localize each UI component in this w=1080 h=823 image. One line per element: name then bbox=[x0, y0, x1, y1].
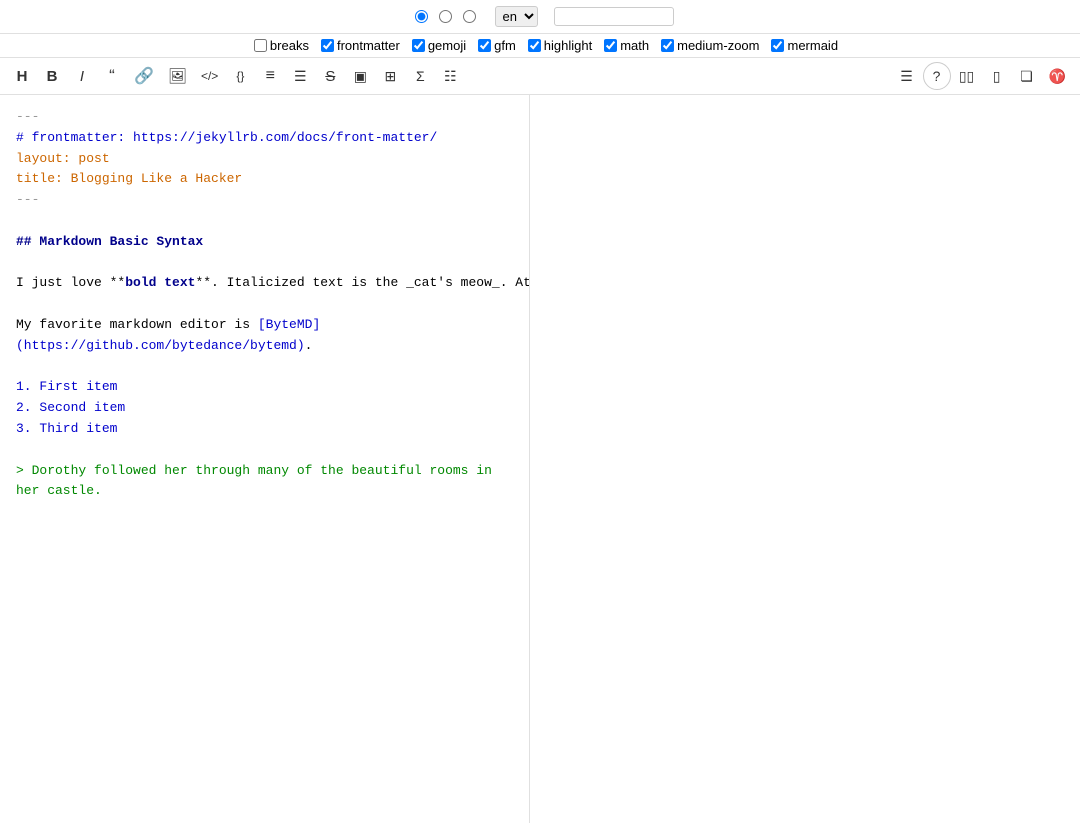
plugin-gfm[interactable]: gfm bbox=[478, 38, 516, 53]
plugin-math[interactable]: math bbox=[604, 38, 649, 53]
main-area: --- # frontmatter: https://jekyllrb.com/… bbox=[0, 95, 1080, 823]
plugin-medium-zoom[interactable]: medium-zoom bbox=[661, 38, 759, 53]
plugin-breaks-check[interactable] bbox=[254, 39, 267, 52]
plugin-highlight[interactable]: highlight bbox=[528, 38, 592, 53]
toolbar-help-btn[interactable]: ? bbox=[923, 62, 951, 90]
toolbar-right: ☰ ? ▯▯ ▯ ❏ ♈ bbox=[893, 62, 1072, 90]
plugin-breaks[interactable]: breaks bbox=[254, 38, 309, 53]
toolbar: H B I “ 🔗 🖼 </> {} ≡ ☰ S ▣ ⊞ Σ ☷ ☰ ? ▯▯ … bbox=[0, 58, 1080, 95]
toolbar-tasklist-btn[interactable]: ▣ bbox=[346, 62, 374, 90]
toolbar-link-btn[interactable]: 🔗 bbox=[128, 62, 160, 90]
toolbar-code-btn[interactable]: </> bbox=[195, 62, 224, 90]
mode-auto-radio[interactable] bbox=[415, 10, 428, 23]
plugin-mermaid[interactable]: mermaid bbox=[771, 38, 838, 53]
plugins-bar: breaks frontmatter gemoji gfm highlight … bbox=[0, 34, 1080, 58]
toolbar-strike-btn[interactable]: S bbox=[316, 62, 344, 90]
toolbar-quote-btn[interactable]: “ bbox=[98, 62, 126, 90]
toolbar-ulist-btn[interactable]: ≡ bbox=[256, 62, 284, 90]
toolbar-previewonly-btn[interactable]: ▯ bbox=[983, 62, 1011, 90]
toolbar-fullscreen-btn[interactable]: ❏ bbox=[1013, 62, 1041, 90]
toolbar-heading-btn[interactable]: H bbox=[8, 62, 36, 90]
maxlength-input[interactable] bbox=[554, 7, 674, 26]
toolbar-table-btn[interactable]: ⊞ bbox=[376, 62, 404, 90]
toolbar-more-btn[interactable]: ☷ bbox=[436, 62, 464, 90]
editor-pane[interactable]: --- # frontmatter: https://jekyllrb.com/… bbox=[0, 95, 530, 823]
toolbar-math-btn[interactable]: Σ bbox=[406, 62, 434, 90]
toolbar-codeblock-btn[interactable]: {} bbox=[226, 62, 254, 90]
mode-tab-label[interactable] bbox=[463, 10, 479, 23]
plugin-mermaid-check[interactable] bbox=[771, 39, 784, 52]
toolbar-splitview-btn[interactable]: ▯▯ bbox=[953, 62, 981, 90]
toolbar-image-btn[interactable]: 🖼 bbox=[162, 62, 193, 90]
mode-split-radio[interactable] bbox=[439, 10, 452, 23]
plugin-frontmatter[interactable]: frontmatter bbox=[321, 38, 400, 53]
plugin-medium-zoom-check[interactable] bbox=[661, 39, 674, 52]
editor-content[interactable]: --- # frontmatter: https://jekyllrb.com/… bbox=[16, 107, 513, 523]
mode-split-label[interactable] bbox=[439, 10, 455, 23]
locale-select[interactable]: en zh de fr ja bbox=[495, 6, 538, 27]
plugin-gfm-check[interactable] bbox=[478, 39, 491, 52]
toolbar-bold-btn[interactable]: B bbox=[38, 62, 66, 90]
plugin-gemoji-check[interactable] bbox=[412, 39, 425, 52]
toolbar-olist-btn[interactable]: ☰ bbox=[286, 62, 314, 90]
plugin-highlight-check[interactable] bbox=[528, 39, 541, 52]
toolbar-github-btn[interactable]: ♈ bbox=[1043, 62, 1072, 90]
toolbar-italic-btn[interactable]: I bbox=[68, 62, 96, 90]
mode-auto-label[interactable] bbox=[415, 10, 431, 23]
mode-tab-radio[interactable] bbox=[463, 10, 476, 23]
plugin-frontmatter-check[interactable] bbox=[321, 39, 334, 52]
toolbar-menu-btn[interactable]: ☰ bbox=[893, 62, 921, 90]
plugin-math-check[interactable] bbox=[604, 39, 617, 52]
plugin-gemoji[interactable]: gemoji bbox=[412, 38, 466, 53]
top-bar: en zh de fr ja bbox=[0, 0, 1080, 34]
